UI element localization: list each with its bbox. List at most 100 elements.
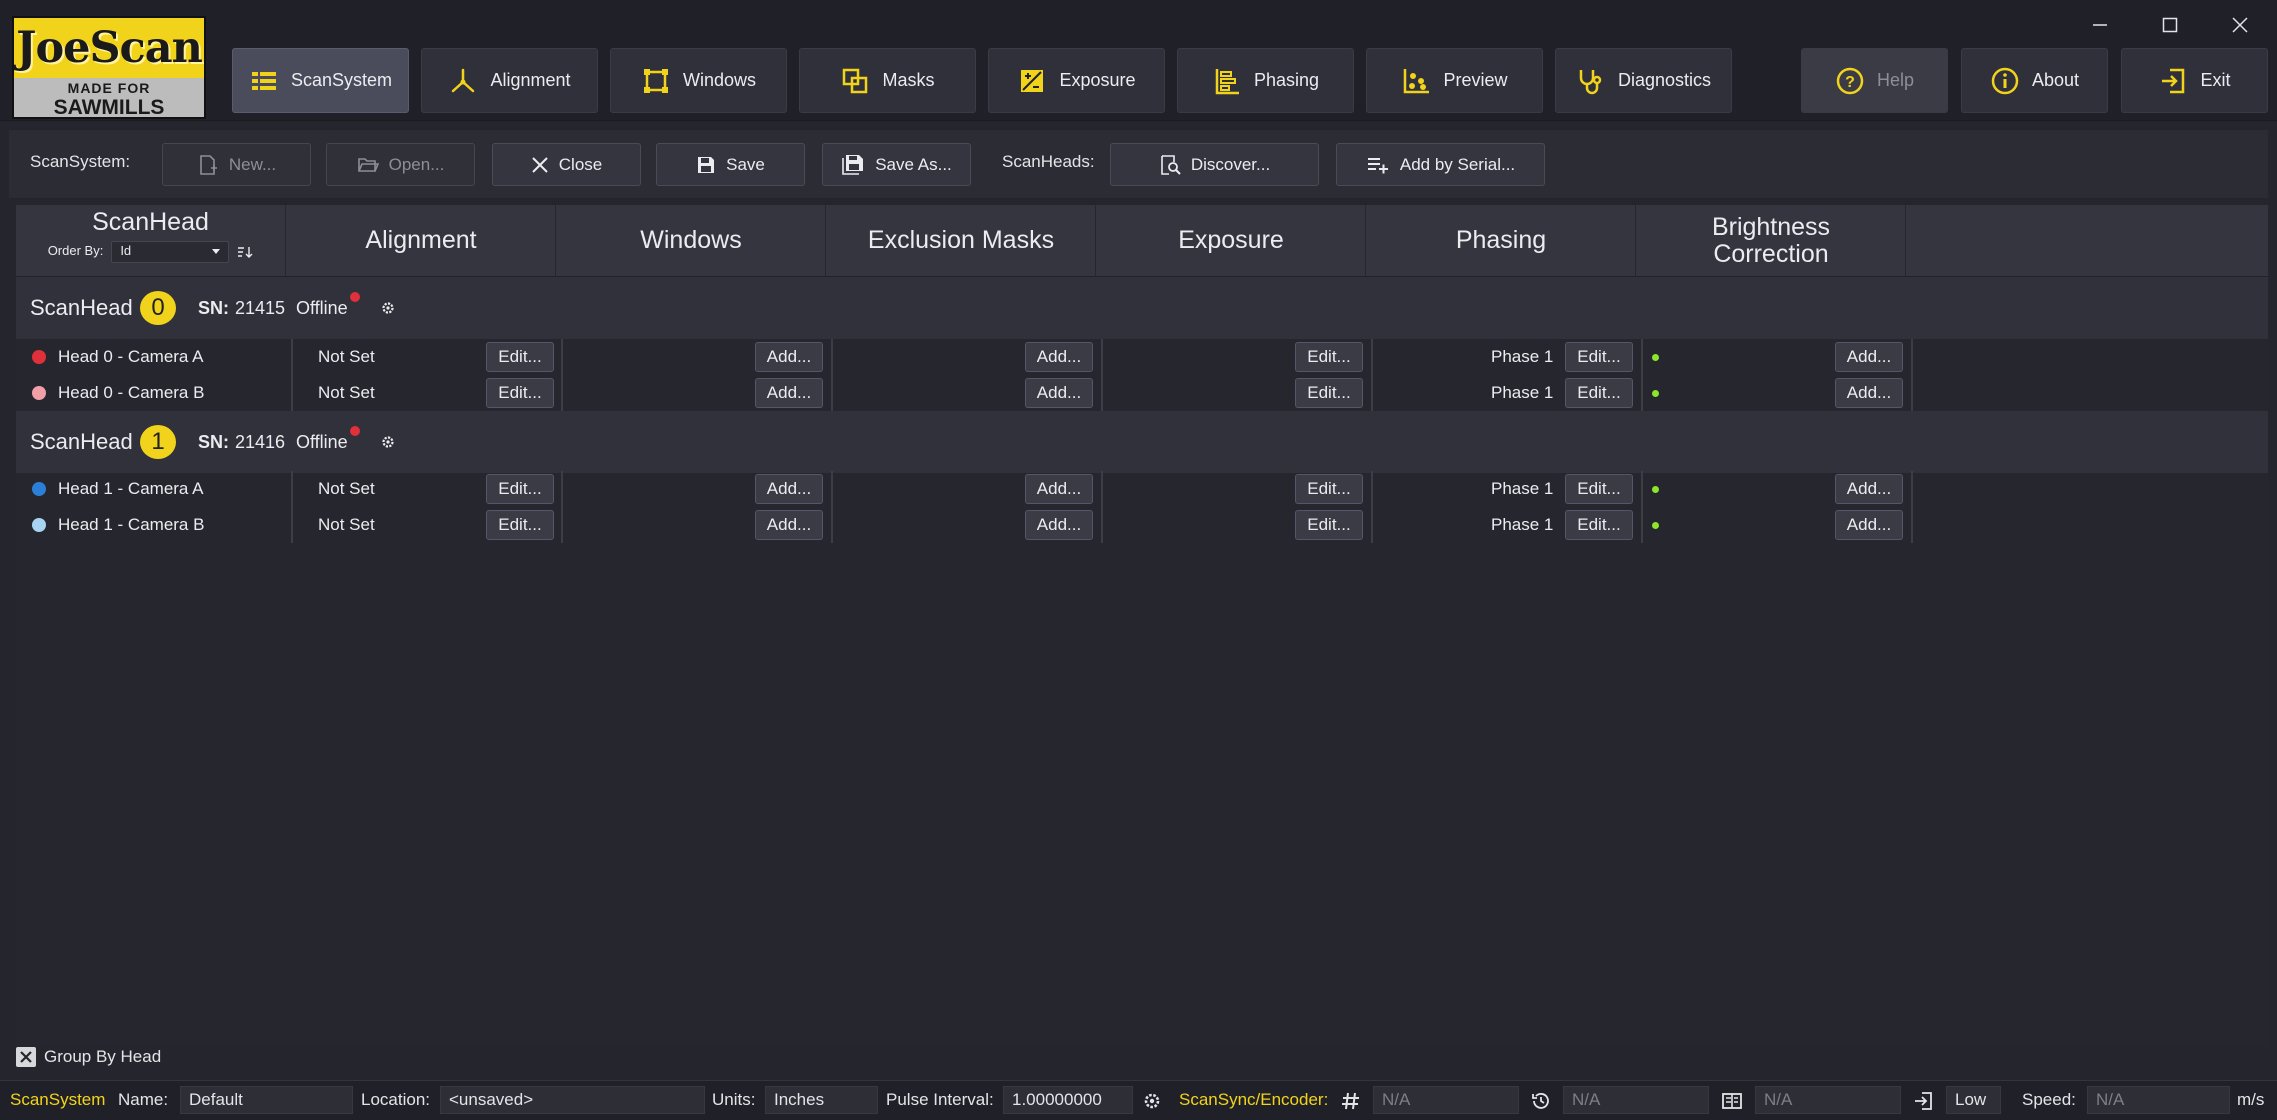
maximize-button[interactable] [2146, 10, 2194, 40]
minimize-button[interactable] [2076, 10, 2124, 40]
windows-add-button[interactable]: Add... [755, 510, 823, 540]
help-button[interactable]: ? Help [1801, 48, 1948, 113]
logo-tagline-1: MADE FOR [67, 80, 151, 96]
pulse-interval-field[interactable]: 1.00000000 [1003, 1086, 1133, 1114]
camera-name: Head 0 - Camera A [58, 347, 204, 366]
exit-label: Exit [2200, 70, 2231, 90]
phasing-edit-button[interactable]: Edit... [1565, 342, 1633, 372]
new-button[interactable]: New... [162, 143, 311, 186]
nav-diagnostics[interactable]: Diagnostics [1555, 48, 1732, 113]
offline-status-dot [350, 292, 360, 302]
gear-icon[interactable] [380, 300, 396, 316]
units-field[interactable]: Inches [765, 1086, 878, 1114]
masks-add-button[interactable]: Add... [1025, 474, 1093, 504]
sn-value: 21416 [235, 432, 286, 452]
add-by-serial-label: Add by Serial... [1399, 154, 1516, 174]
open-label: Open... [388, 154, 445, 174]
nav-alignment[interactable]: Alignment [421, 48, 598, 113]
speed-field: N/A [2087, 1086, 2230, 1114]
camera-row: Head 0 - Camera A Not Set Edit... Add...… [16, 339, 2268, 375]
open-button[interactable]: Open... [326, 143, 475, 186]
gear-icon[interactable] [380, 434, 396, 450]
sort-icon[interactable] [237, 245, 253, 259]
close-label: Close [558, 154, 603, 174]
group-title: ScanHead [30, 295, 133, 320]
windows-add-button[interactable]: Add... [755, 378, 823, 408]
status-bar: ScanSystem Name: Default Location: <unsa… [0, 1080, 2277, 1120]
group-by-head-toggle[interactable]: Group By Head [16, 1046, 161, 1068]
masks-add-button[interactable]: Add... [1025, 378, 1093, 408]
alignment-edit-button[interactable]: Edit... [486, 474, 554, 504]
nav-exposure[interactable]: Exposure [988, 48, 1165, 113]
joescan-logo: JoeScan MADE FOR SAWMILLS [12, 16, 206, 119]
nav-label: Masks [882, 70, 935, 90]
brightness-add-button[interactable]: Add... [1835, 378, 1903, 408]
group-by-checkbox[interactable] [16, 1047, 36, 1067]
brightness-status-dot [1652, 486, 1659, 493]
alignment-edit-button[interactable]: Edit... [486, 342, 554, 372]
phase-label: Phase 1 [1491, 515, 1554, 534]
camera-row: Head 1 - Camera A Not Set Edit... Add...… [16, 471, 2268, 507]
alignment-status: Not Set [318, 479, 375, 498]
save-button[interactable]: Save [656, 143, 805, 186]
alignment-edit-button[interactable]: Edit... [486, 510, 554, 540]
order-by-label: Order By: [47, 243, 104, 259]
discover-button[interactable]: Discover... [1110, 143, 1319, 186]
encoder-count-field: N/A [1373, 1086, 1519, 1114]
nav-label: Diagnostics [1617, 70, 1712, 90]
masks-add-button[interactable]: Add... [1025, 342, 1093, 372]
save-as-button[interactable]: Save As... [822, 143, 971, 186]
scansystem-toolbar: ScanSystem: New... Open... Close Save Sa… [9, 130, 2268, 198]
brightness-add-button[interactable]: Add... [1835, 342, 1903, 372]
windows-add-button[interactable]: Add... [755, 342, 823, 372]
add-by-serial-button[interactable]: Add by Serial... [1336, 143, 1545, 186]
windows-add-button[interactable]: Add... [755, 474, 823, 504]
exit-icon [2162, 68, 2185, 93]
scanhead-group-1[interactable]: ScanHead 1 SN: 21416 Offline [16, 411, 2268, 473]
speed-unit: m/s [2237, 1090, 2265, 1109]
nav-windows[interactable]: Windows [610, 48, 787, 113]
scanhead-group-0[interactable]: ScanHead 0 SN: 21415 Offline [16, 277, 2268, 339]
order-by-select[interactable]: Id [111, 240, 230, 263]
phasing-edit-button[interactable]: Edit... [1565, 378, 1633, 408]
exposure-edit-button[interactable]: Edit... [1295, 510, 1363, 540]
units-label: Units: [712, 1090, 756, 1109]
close-button[interactable]: Close [492, 143, 641, 186]
nav-scansystem[interactable]: ScanSystem [232, 48, 409, 113]
masks-add-button[interactable]: Add... [1025, 510, 1093, 540]
about-button[interactable]: About [1961, 48, 2108, 113]
exposure-edit-button[interactable]: Edit... [1295, 474, 1363, 504]
nav-label: Phasing [1253, 70, 1320, 90]
close-window-button[interactable] [2216, 10, 2264, 40]
order-by-control: Order By: Id [47, 240, 254, 263]
phase-label: Phase 1 [1491, 383, 1554, 402]
camera-name: Head 0 - Camera B [58, 383, 205, 402]
encoder-panel-icon [1722, 1093, 1742, 1109]
sn-label: SN: [198, 298, 229, 318]
exposure-edit-button[interactable]: Edit... [1295, 378, 1363, 408]
alignment-edit-button[interactable]: Edit... [486, 378, 554, 408]
brightness-add-button[interactable]: Add... [1835, 510, 1903, 540]
phasing-edit-button[interactable]: Edit... [1565, 474, 1633, 504]
nav-phasing[interactable]: Phasing [1177, 48, 1354, 113]
exposure-edit-button[interactable]: Edit... [1295, 342, 1363, 372]
alignment-status: Not Set [318, 383, 375, 402]
scansync-encoder-label: ScanSync/Encoder: [1179, 1090, 1329, 1109]
exit-button[interactable]: Exit [2121, 48, 2268, 113]
nav-label: Exposure [1059, 70, 1136, 90]
minimize-icon [2093, 24, 2107, 26]
brightness-add-button[interactable]: Add... [1835, 474, 1903, 504]
order-by-value: Id [120, 243, 132, 259]
gear-icon[interactable] [1141, 1090, 1163, 1112]
name-field[interactable]: Default [180, 1086, 353, 1114]
encoder-aux-field: N/A [1755, 1086, 1901, 1114]
name-label: Name: [118, 1090, 169, 1109]
location-field[interactable]: <unsaved> [440, 1086, 705, 1114]
nav-preview[interactable]: Preview [1366, 48, 1543, 113]
phasing-edit-button[interactable]: Edit... [1565, 510, 1633, 540]
nav-masks[interactable]: Masks [799, 48, 976, 113]
camera-name: Head 1 - Camera B [58, 515, 205, 534]
nav-label: ScanSystem [290, 70, 393, 90]
save-label: Save [726, 154, 765, 174]
table-list-icon [251, 71, 276, 90]
